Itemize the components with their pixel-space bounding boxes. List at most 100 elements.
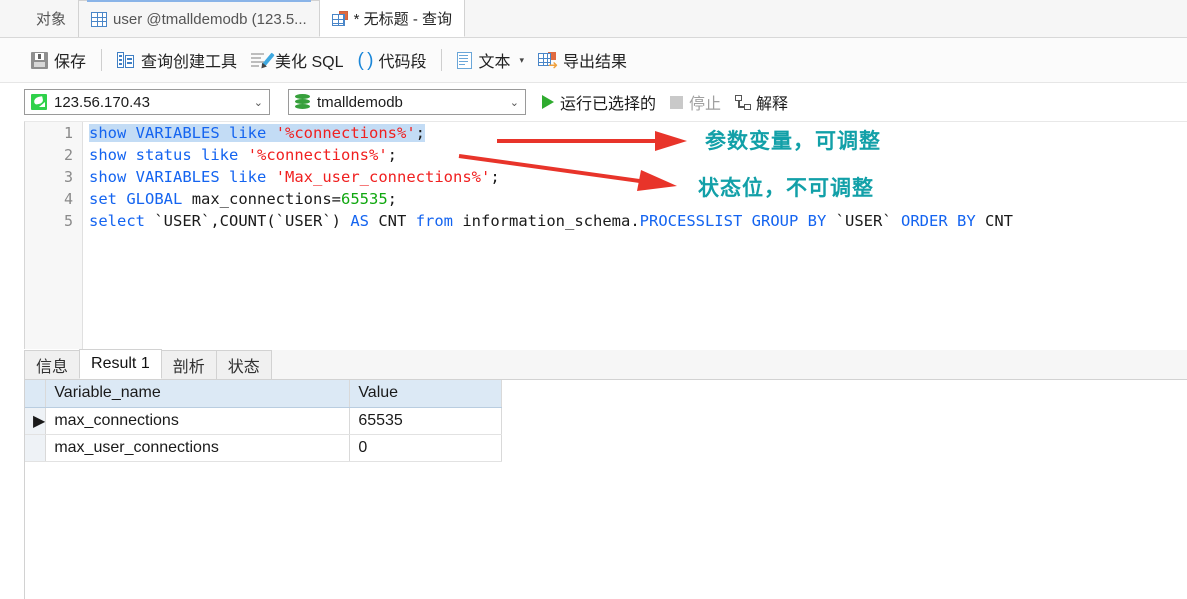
beautify-sql-button[interactable]: 美化 SQL (244, 45, 350, 75)
tab-untitled-query-label: * 无标题 - 查询 (353, 10, 453, 28)
code-token: `USER` (826, 212, 901, 230)
table-empty-row (25, 461, 502, 488)
code-token: information_schema. (453, 212, 640, 230)
stop-icon (670, 95, 684, 109)
save-button-label: 保存 (54, 54, 87, 71)
chevron-down-icon[interactable]: ▾ (519, 55, 524, 66)
row-marker[interactable]: ▶ (25, 407, 47, 435)
code-token: like (201, 146, 239, 164)
code-token: '%connections%' (275, 124, 416, 142)
tab-user-connection[interactable]: user @tmalldemodb (123.5... (78, 0, 320, 37)
window-tab-bar: 对象 user @tmalldemodb (123.5... * 无标题 - 查… (0, 0, 1187, 38)
row-marker[interactable] (25, 434, 47, 462)
code-token: like (229, 124, 267, 142)
run-selected-label: 运行已选择的 (560, 96, 657, 113)
code-token: PROCESSLIST (639, 212, 743, 230)
column-header-variable-name[interactable]: Variable_name (45, 380, 351, 408)
code-token: ORDER (901, 212, 948, 230)
code-token: '%connections%' (247, 146, 388, 164)
tab-untitled-query[interactable]: * 无标题 - 查询 (318, 0, 466, 37)
result-grid[interactable]: Variable_name Value ▶ max_connections 6553… (24, 380, 1187, 599)
explain-label: 解释 (756, 96, 789, 113)
beautify-sql-icon (251, 52, 275, 71)
explain-button[interactable]: 解释 (735, 90, 788, 114)
result-table-head: Variable_name Value (25, 380, 503, 408)
code-token: show (89, 146, 127, 164)
sql-editor[interactable]: 1 2 3 4 5 show VARIABLES like '%connections%… (24, 121, 1187, 349)
code-token: (`USER`) (266, 212, 351, 230)
code-token: ; (387, 146, 398, 164)
tab-user-connection-label: user @tmalldemodb (123.5... (113, 10, 307, 28)
result-tab-bar: 信息 Result 1 剖析 状态 (24, 349, 1187, 380)
code-line[interactable]: select `USER`,COUNT(`USER`) AS CNT from … (89, 210, 1187, 232)
table-cell[interactable]: 0 (349, 434, 503, 462)
table-row[interactable]: max_user_connections 0 (25, 434, 503, 462)
editor-code-area[interactable]: show VARIABLES like '%connections%'; show… (84, 122, 1187, 349)
column-header-value[interactable]: Value (349, 380, 503, 408)
query-builder-label: 查询创建工具 (141, 54, 238, 71)
table-header-row: Variable_name Value (25, 380, 503, 408)
result-tab-2[interactable]: 剖析 (160, 350, 217, 379)
result-tab-0[interactable]: 信息 (24, 350, 81, 379)
code-line[interactable]: show VARIABLES like 'Max_user_connection… (89, 166, 1187, 188)
code-token: GROUP (751, 212, 799, 230)
snippet-label: 代码段 (378, 54, 427, 71)
mysql-dolphin-icon (31, 94, 47, 110)
export-result-icon: ➜ (538, 51, 558, 71)
code-line[interactable]: show VARIABLES like '%connections%'; (89, 122, 1187, 144)
row-marker (25, 461, 46, 488)
code-token: from (415, 212, 454, 230)
result-tab-3[interactable]: 状态 (215, 350, 272, 379)
code-token: AS (350, 212, 370, 230)
code-token: 65535 (341, 190, 388, 208)
export-result-button[interactable]: ➜ 导出结果 (531, 45, 634, 75)
line-number: 5 (63, 212, 73, 230)
host-select[interactable]: 123.56.170.43 ⌄ (24, 89, 270, 115)
line-number: 4 (63, 190, 73, 208)
run-selected-button[interactable]: 运行已选择的 (542, 90, 656, 114)
chevron-down-icon[interactable]: ⌄ (502, 96, 519, 109)
query-builder-icon (117, 52, 135, 68)
text-view-button[interactable]: 文本 ▾ (450, 45, 531, 75)
database-select-value: tmalldemodb (317, 93, 403, 111)
table-cell[interactable]: 65535 (349, 407, 503, 435)
line-number: 3 (63, 168, 73, 186)
code-token (266, 124, 276, 142)
code-token: VARIABLES (135, 124, 220, 142)
database-icon (295, 93, 310, 111)
result-table-body: ▶ max_connections 65535 max_user_connection… (25, 407, 503, 488)
grid-icon (91, 11, 108, 27)
table-row[interactable]: ▶ max_connections 65535 (25, 407, 503, 435)
table-cell[interactable]: max_connections (45, 407, 351, 435)
code-token: show (89, 124, 127, 142)
result-tab-1[interactable]: Result 1 (79, 349, 162, 379)
text-view-label: 文本 (478, 54, 511, 71)
beautify-sql-label: 美化 SQL (275, 54, 344, 71)
snippet-button[interactable]: ( ) 代码段 (351, 45, 434, 75)
save-icon (31, 51, 48, 69)
chevron-down-icon[interactable]: ⌄ (246, 96, 263, 109)
table-cell (45, 461, 350, 488)
tab-objects[interactable]: 对象 (24, 0, 80, 37)
code-token: ; (415, 124, 426, 142)
explain-icon (735, 94, 752, 110)
code-token: VARIABLES (135, 168, 220, 186)
code-line[interactable]: set GLOBAL max_connections=65535; (89, 188, 1187, 210)
database-select[interactable]: tmalldemodb ⌄ (288, 89, 526, 115)
navicat-query-window: 对象 user @tmalldemodb (123.5... * 无标题 - 查… (0, 0, 1187, 599)
save-button[interactable]: 保存 (24, 45, 93, 75)
stop-label: 停止 (689, 96, 722, 113)
editor-line-number-gutter: 1 2 3 4 5 (25, 122, 83, 349)
query-toolbar: 保存 查询创建工具 美化 SQL () 代码段 文本 ▾ ➜ 导出结果 (0, 38, 1187, 83)
line-number: 2 (63, 146, 73, 164)
query-builder-button[interactable]: 查询创建工具 (110, 45, 244, 75)
parentheses-icon: ( ) (357, 49, 374, 71)
code-line[interactable]: show status like '%connections%'; (89, 144, 1187, 166)
table-cell[interactable]: max_user_connections (45, 434, 351, 462)
